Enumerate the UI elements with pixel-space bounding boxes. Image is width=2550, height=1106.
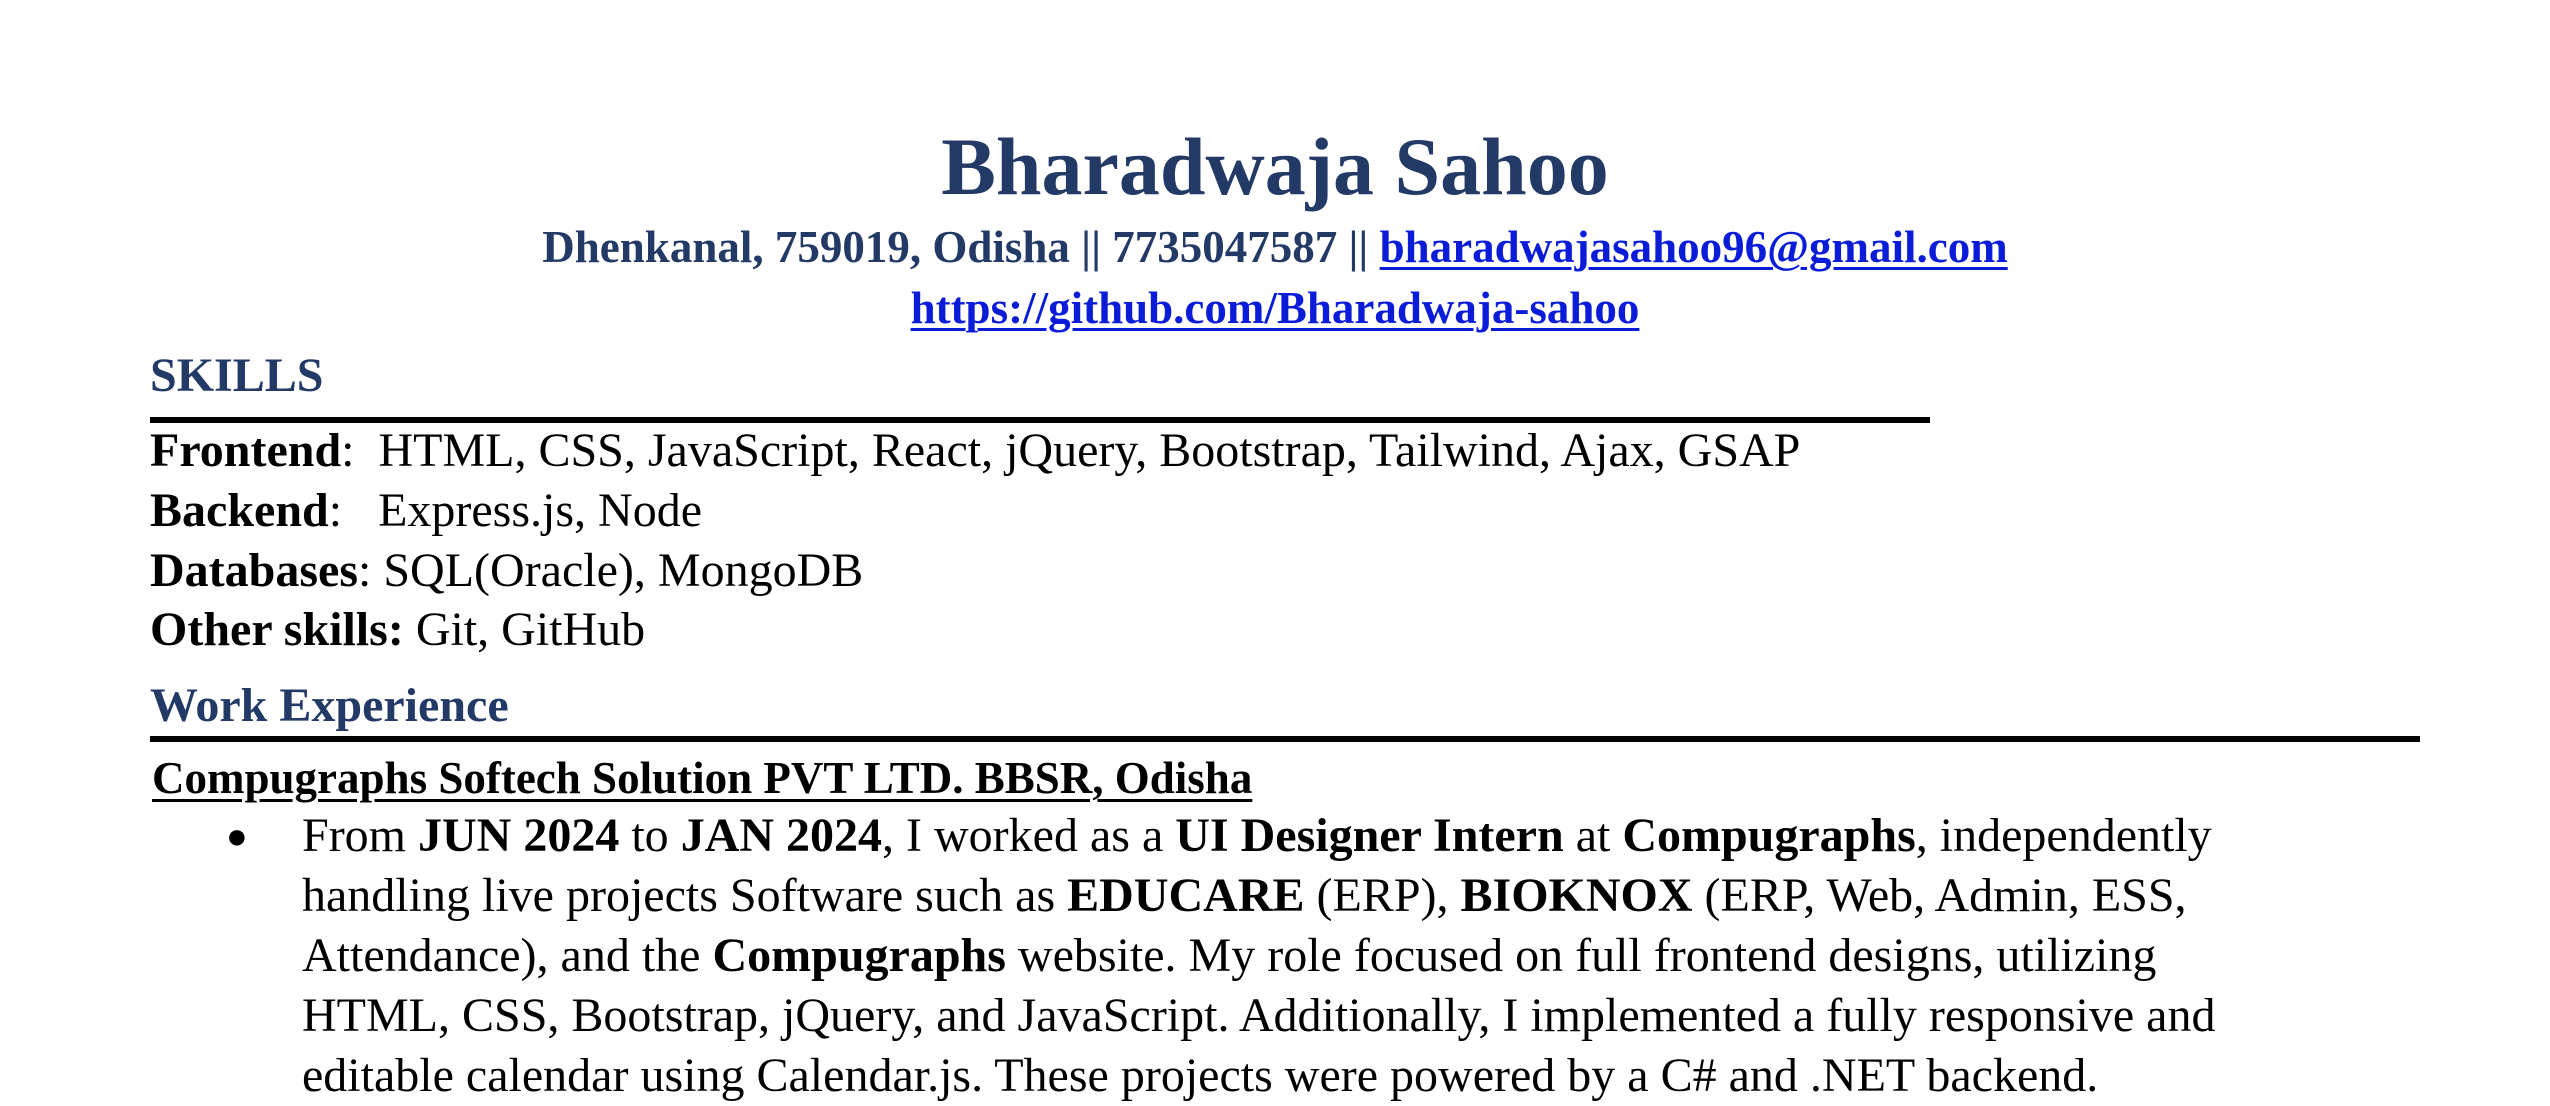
candidate-name: Bharadwaja Sahoo [941, 121, 1609, 212]
skill-row-databases: Databases: SQL(Oracle), MongoDB [150, 541, 863, 601]
contact-separator: || [1069, 222, 1113, 272]
bullet-point: ● [226, 816, 248, 856]
description-line: editable calendar using Calendar.js. The… [302, 1046, 2098, 1106]
skill-label: Other skills: [150, 603, 404, 656]
description-text: HTML, CSS, Bootstrap, jQuery, and JavaSc… [302, 989, 2216, 1042]
skill-value: Express.js, Node [378, 484, 703, 537]
experience-divider [150, 736, 2420, 742]
emphasis-text: JAN 2024 [680, 809, 883, 862]
description-text: editable calendar using Calendar.js. The… [302, 1049, 2099, 1102]
description-text: From [302, 809, 419, 862]
emphasis-text: UI Designer Intern [1175, 809, 1564, 862]
description-line: Attendance), and the Compugraphs website… [302, 926, 2156, 986]
description-text: (ERP), [1304, 869, 1461, 922]
emphasis-text: Compugraphs [712, 929, 1006, 982]
email-link[interactable]: bharadwajasahoo96@gmail.com [1380, 222, 2008, 272]
description-text: at [1563, 809, 1623, 862]
skill-value: HTML, CSS, JavaScript, React, jQuery, Bo… [378, 424, 1801, 477]
emphasis-text: Compugraphs [1622, 809, 1916, 862]
phone-number: 7735047587 [1112, 222, 1338, 272]
description-line: From JUN 2024 to JAN 2024, I worked as a… [302, 806, 2212, 866]
skill-separator: : [358, 544, 384, 597]
skill-label: Frontend [150, 424, 342, 477]
work-experience-heading: Work Experience [150, 679, 509, 732]
skill-label: Databases [150, 544, 359, 597]
contact-separator: || [1337, 222, 1380, 272]
skill-row-other: Other skills: Git, GitHub [150, 600, 645, 660]
emphasis-text: EDUCARE [1067, 869, 1305, 922]
skill-separator: : [341, 424, 379, 477]
resume-page: Bharadwaja Sahoo Dhenkanal, 759019, Odis… [0, 0, 2550, 1102]
description-line: handling live projects Software such as … [302, 866, 2187, 926]
github-line: https://github.com/Bharadwaja-sahoo [0, 280, 2550, 336]
skill-value: SQL(Oracle), MongoDB [383, 544, 864, 597]
description-text: (ERP, Web, Admin, ESS, [1692, 869, 2187, 922]
description-text: Attendance), and the [302, 929, 713, 982]
company-name: Compugraphs Softech Solution PVT LTD. BB… [152, 753, 1253, 803]
skill-separator [404, 603, 416, 656]
description-text: handling live projects Software such as [302, 869, 1068, 922]
description-text: , I worked as a [882, 809, 1176, 862]
description-text: , independently [1915, 809, 2212, 862]
location-text: Dhenkanal, 759019, Odisha [542, 222, 1070, 272]
skill-separator: : [328, 484, 379, 537]
emphasis-text: BIOKNOX [1460, 869, 1693, 922]
contact-line: Dhenkanal, 759019, Odisha || 7735047587 … [0, 219, 2550, 275]
description-line: HTML, CSS, Bootstrap, jQuery, and JavaSc… [302, 986, 2215, 1046]
skills-heading: SKILLS [150, 349, 324, 402]
description-text: to [619, 809, 681, 862]
skill-value: Git, GitHub [415, 603, 646, 656]
skill-label: Backend [150, 484, 329, 537]
github-link[interactable]: https://github.com/Bharadwaja-sahoo [911, 283, 1640, 333]
description-text: website. My role focused on full fronten… [1005, 929, 2157, 982]
skill-row-frontend: Frontend: HTML, CSS, JavaScript, React, … [150, 421, 1800, 481]
skill-row-backend: Backend: Express.js, Node [150, 481, 702, 541]
emphasis-text: JUN 2024 [418, 809, 620, 862]
